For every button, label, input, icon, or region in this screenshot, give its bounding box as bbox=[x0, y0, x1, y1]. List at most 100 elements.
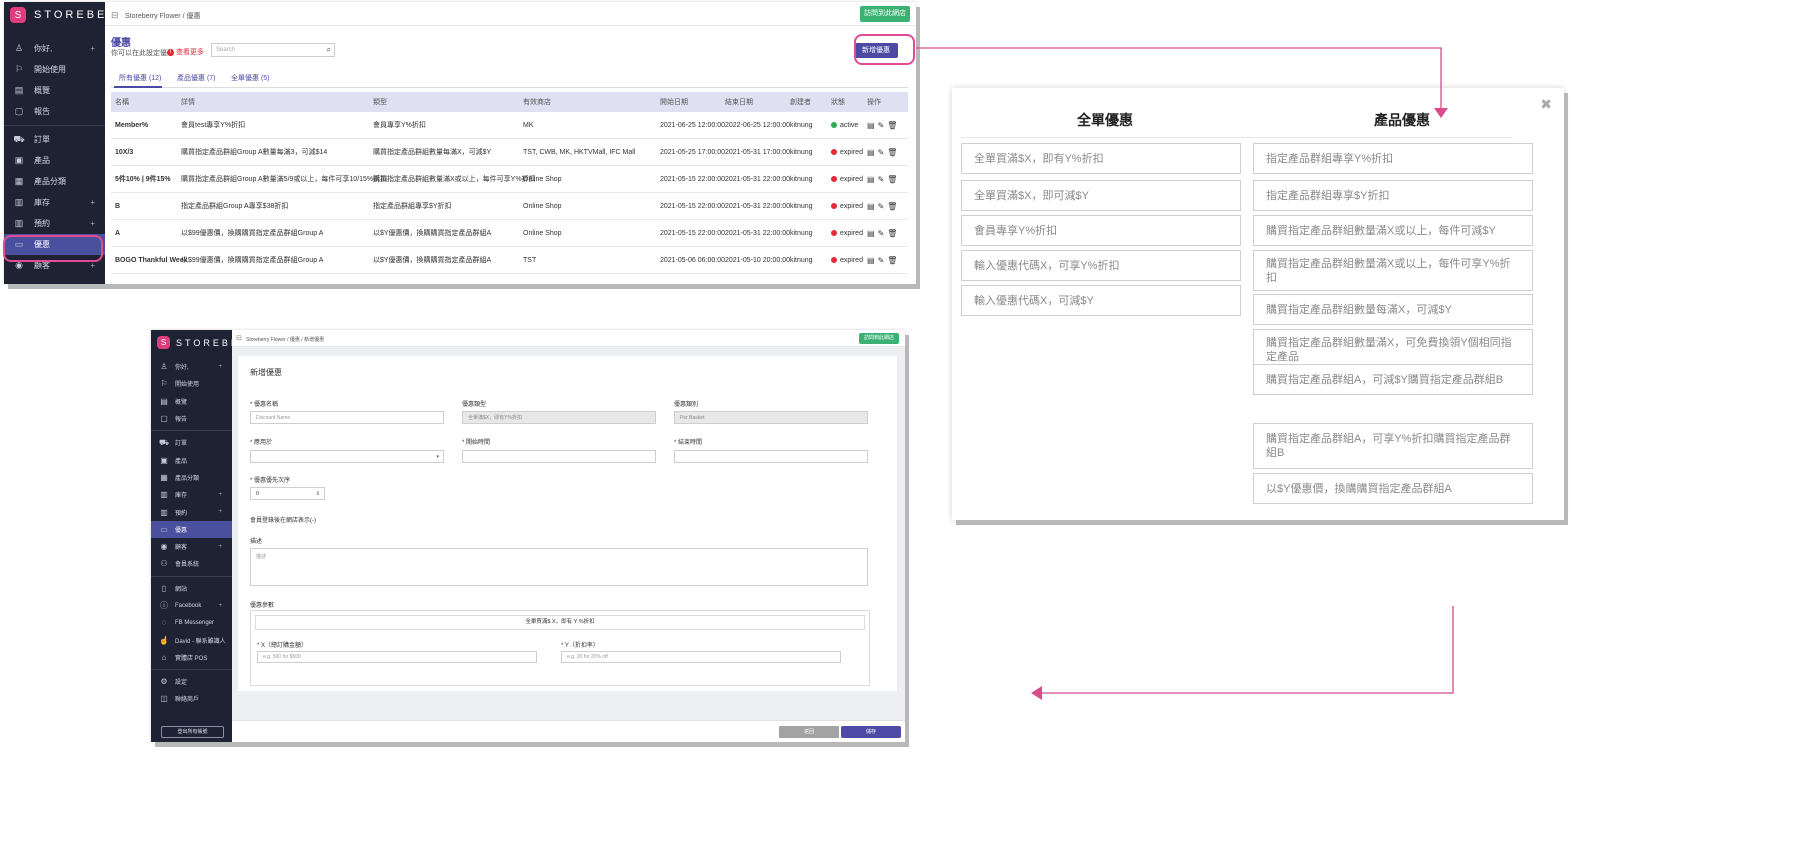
col-status[interactable]: 狀態 bbox=[831, 92, 845, 112]
sidebar-item[interactable]: ▥ 庫存 + bbox=[4, 192, 105, 213]
discount-type-option[interactable]: 會員專享Y%折扣 bbox=[961, 215, 1241, 246]
stepper-icon[interactable]: ⇕ bbox=[316, 491, 320, 497]
end-time-input[interactable] bbox=[674, 450, 868, 463]
logout-button[interactable]: 登出所有帳號 bbox=[161, 726, 224, 738]
table-row[interactable]: A 以$99優惠價，換購購買指定產品群組Group A 以$Y優惠價，換購購買指定產… bbox=[111, 220, 908, 247]
delete-icon[interactable]: 🗑 bbox=[887, 256, 897, 265]
discount-type-option[interactable]: 購買指定產品群組A，可享Y%折扣購買指定產品群組B bbox=[1253, 423, 1533, 469]
sidebar-item[interactable]: ▦ 產品分類 bbox=[151, 469, 232, 486]
sidebar-item[interactable]: ☝ David - 聯系雖識人 bbox=[151, 631, 232, 648]
sidebar-item[interactable]: ▭ 優惠 bbox=[151, 520, 232, 538]
delete-icon[interactable]: 🗑 bbox=[887, 229, 897, 238]
expand-icon[interactable]: + bbox=[218, 544, 222, 550]
sidebar-item[interactable]: ⓘ Facebook + bbox=[151, 597, 232, 614]
search-input[interactable]: Search ⌕ bbox=[211, 43, 335, 57]
view-icon[interactable]: ▤ bbox=[867, 256, 875, 265]
tab-all[interactable]: 所有優惠 (12) bbox=[119, 73, 161, 83]
edit-icon[interactable]: ✎ bbox=[878, 175, 885, 184]
sidebar-item[interactable]: ▣ 產品 bbox=[151, 451, 232, 468]
discount-type-option[interactable]: 輸入優惠代碼X，可享Y%折扣 bbox=[961, 250, 1241, 281]
start-time-input[interactable] bbox=[462, 450, 656, 463]
discount-type-option[interactable]: 指定產品群組專享Y%折扣 bbox=[1253, 143, 1533, 174]
expand-icon[interactable]: + bbox=[218, 364, 222, 370]
discount-type-option[interactable]: 全單買滿$X，即有Y%折扣 bbox=[961, 143, 1241, 174]
visit-store-button[interactable]: 訪問到此網店 bbox=[860, 6, 910, 22]
edit-icon[interactable]: ✎ bbox=[878, 256, 885, 265]
expand-icon[interactable]: + bbox=[90, 44, 95, 53]
discount-type-option[interactable]: 購買指定產品群組數量滿X或以上，每件可享Y%折扣 bbox=[1253, 250, 1533, 291]
expand-icon[interactable]: + bbox=[90, 219, 95, 228]
sidebar-item[interactable]: ⛟ 訂單 bbox=[4, 129, 105, 150]
sidebar-item[interactable]: ▤ 概覽 bbox=[151, 393, 232, 410]
view-icon[interactable]: ▤ bbox=[867, 175, 875, 184]
save-button[interactable]: 儲存 bbox=[841, 726, 901, 738]
view-icon[interactable]: ▤ bbox=[867, 202, 875, 211]
back-button[interactable]: 返回 bbox=[779, 726, 839, 738]
description-textarea[interactable]: 描述 bbox=[250, 548, 868, 586]
expand-icon[interactable]: + bbox=[218, 509, 222, 515]
expand-icon[interactable]: + bbox=[90, 261, 95, 270]
table-row[interactable]: B 指定產品群組Group A專享$38折扣 指定產品群組專享$Y折扣 Online … bbox=[111, 193, 908, 220]
expand-icon[interactable]: + bbox=[90, 198, 95, 207]
sidebar-item[interactable]: ◉ 顧客 + bbox=[151, 538, 232, 555]
tab-order[interactable]: 全單優惠 (5) bbox=[231, 73, 270, 83]
sidebar-item[interactable]: ▥ 預約 + bbox=[151, 503, 232, 520]
discount-type-option[interactable]: 購買指定產品群組數量滿X或以上，每件可減$Y bbox=[1253, 215, 1533, 246]
sidebar-item[interactable]: ⚐ 開始使用 bbox=[151, 375, 232, 392]
view-icon[interactable]: ▤ bbox=[867, 148, 875, 157]
col-type[interactable]: 類型 bbox=[373, 92, 387, 112]
sidebar-item[interactable]: ▥ 預約 + bbox=[4, 213, 105, 234]
sidebar-item[interactable]: ◌ FB Messenger bbox=[151, 614, 232, 631]
edit-icon[interactable]: ✎ bbox=[878, 229, 885, 238]
table-row[interactable]: Member% 會員test專享Y%折扣 會員專享Y%折扣 MK 2021-06-25 … bbox=[111, 112, 908, 139]
edit-icon[interactable]: ✎ bbox=[878, 121, 885, 130]
sidebar-item[interactable]: ⛟ 訂單 bbox=[151, 434, 232, 451]
discount-name-input[interactable]: Discount Name bbox=[250, 411, 444, 424]
y-input[interactable]: e.g. 20 for 20% off bbox=[561, 651, 841, 663]
apply-to-select[interactable]: ▾ bbox=[250, 450, 444, 463]
delete-icon[interactable]: 🗑 bbox=[887, 148, 897, 157]
table-row[interactable]: 5件10% | 9件15% 購買指定產品群組Group A數量滿5/9或以上，每件… bbox=[111, 166, 908, 193]
sidebar-item[interactable]: ⌂ 實體店 POS bbox=[151, 649, 232, 666]
tab-product[interactable]: 產品優惠 (7) bbox=[177, 73, 216, 83]
table-row[interactable]: 10X/3 購買指定產品群組Group A數量每滿3，可減$14 購買指定產品群組數… bbox=[111, 139, 908, 166]
x-input[interactable]: e.g. 500 for $500 bbox=[257, 651, 537, 663]
sidebar-item[interactable]: ⚐ 開始使用 bbox=[4, 59, 105, 80]
delete-icon[interactable]: 🗑 bbox=[887, 202, 897, 211]
col-detail[interactable]: 詳情 bbox=[181, 92, 195, 112]
sidebar-item[interactable]: ▢ 報告 bbox=[151, 410, 232, 427]
expand-icon[interactable]: + bbox=[218, 492, 222, 498]
sidebar-item[interactable]: ▯ 網站 bbox=[151, 580, 232, 597]
sidebar-item[interactable]: ♙ 你好, + bbox=[4, 38, 105, 59]
sidebar-item[interactable]: ⚙ 設定 bbox=[151, 673, 232, 690]
discount-type-option[interactable]: 輸入優惠代碼X，可減$Y bbox=[961, 285, 1241, 316]
sidebar-item[interactable]: ▢ 報告 bbox=[4, 101, 105, 122]
expand-icon[interactable]: + bbox=[218, 603, 222, 609]
col-creator[interactable]: 創建者 bbox=[790, 92, 811, 112]
discount-type-option[interactable]: 購買指定產品群組A，可減$Y購買指定產品群組B bbox=[1253, 364, 1533, 395]
learn-more-link[interactable]: i 查看更多 bbox=[167, 47, 204, 57]
menu-toggle-icon[interactable]: ⊟ bbox=[236, 334, 242, 342]
sidebar-item[interactable]: ▤ 概覽 bbox=[4, 80, 105, 101]
sidebar-item[interactable]: ▦ 產品分類 bbox=[4, 171, 105, 192]
sidebar-item[interactable]: ⚇ 會員系統 bbox=[151, 555, 232, 572]
col-start[interactable]: 開始日期 bbox=[660, 92, 688, 112]
sidebar-item[interactable]: ♙ 你好, + bbox=[151, 358, 232, 375]
view-icon[interactable]: ▤ bbox=[867, 229, 875, 238]
menu-toggle-icon[interactable]: ⊟ bbox=[111, 10, 119, 21]
discount-type-option[interactable]: 以$Y優惠價，換購購買指定產品群組A bbox=[1253, 473, 1533, 504]
delete-icon[interactable]: 🗑 bbox=[887, 121, 897, 130]
col-store[interactable]: 有效商店 bbox=[523, 92, 551, 112]
visit-store-button[interactable]: 訪問到此網店 bbox=[859, 333, 899, 344]
edit-icon[interactable]: ✎ bbox=[878, 202, 885, 211]
priority-stepper[interactable]: 0 ⇕ bbox=[250, 487, 325, 500]
col-end[interactable]: 結束日期 bbox=[725, 92, 753, 112]
edit-icon[interactable]: ✎ bbox=[878, 148, 885, 157]
col-name[interactable]: 名稱 bbox=[115, 92, 129, 112]
delete-icon[interactable]: 🗑 bbox=[887, 175, 897, 184]
sidebar-item[interactable]: ◫ 聯絡商戶 bbox=[151, 690, 232, 707]
discount-type-option[interactable]: 指定產品群組專享$Y折扣 bbox=[1253, 180, 1533, 211]
discount-type-option[interactable]: 全單買滿$X，即可減$Y bbox=[961, 180, 1241, 211]
discount-type-option[interactable]: 購買指定產品群組數量每滿X，可減$Y bbox=[1253, 294, 1533, 325]
sidebar-item[interactable]: ▥ 庫存 + bbox=[151, 486, 232, 503]
